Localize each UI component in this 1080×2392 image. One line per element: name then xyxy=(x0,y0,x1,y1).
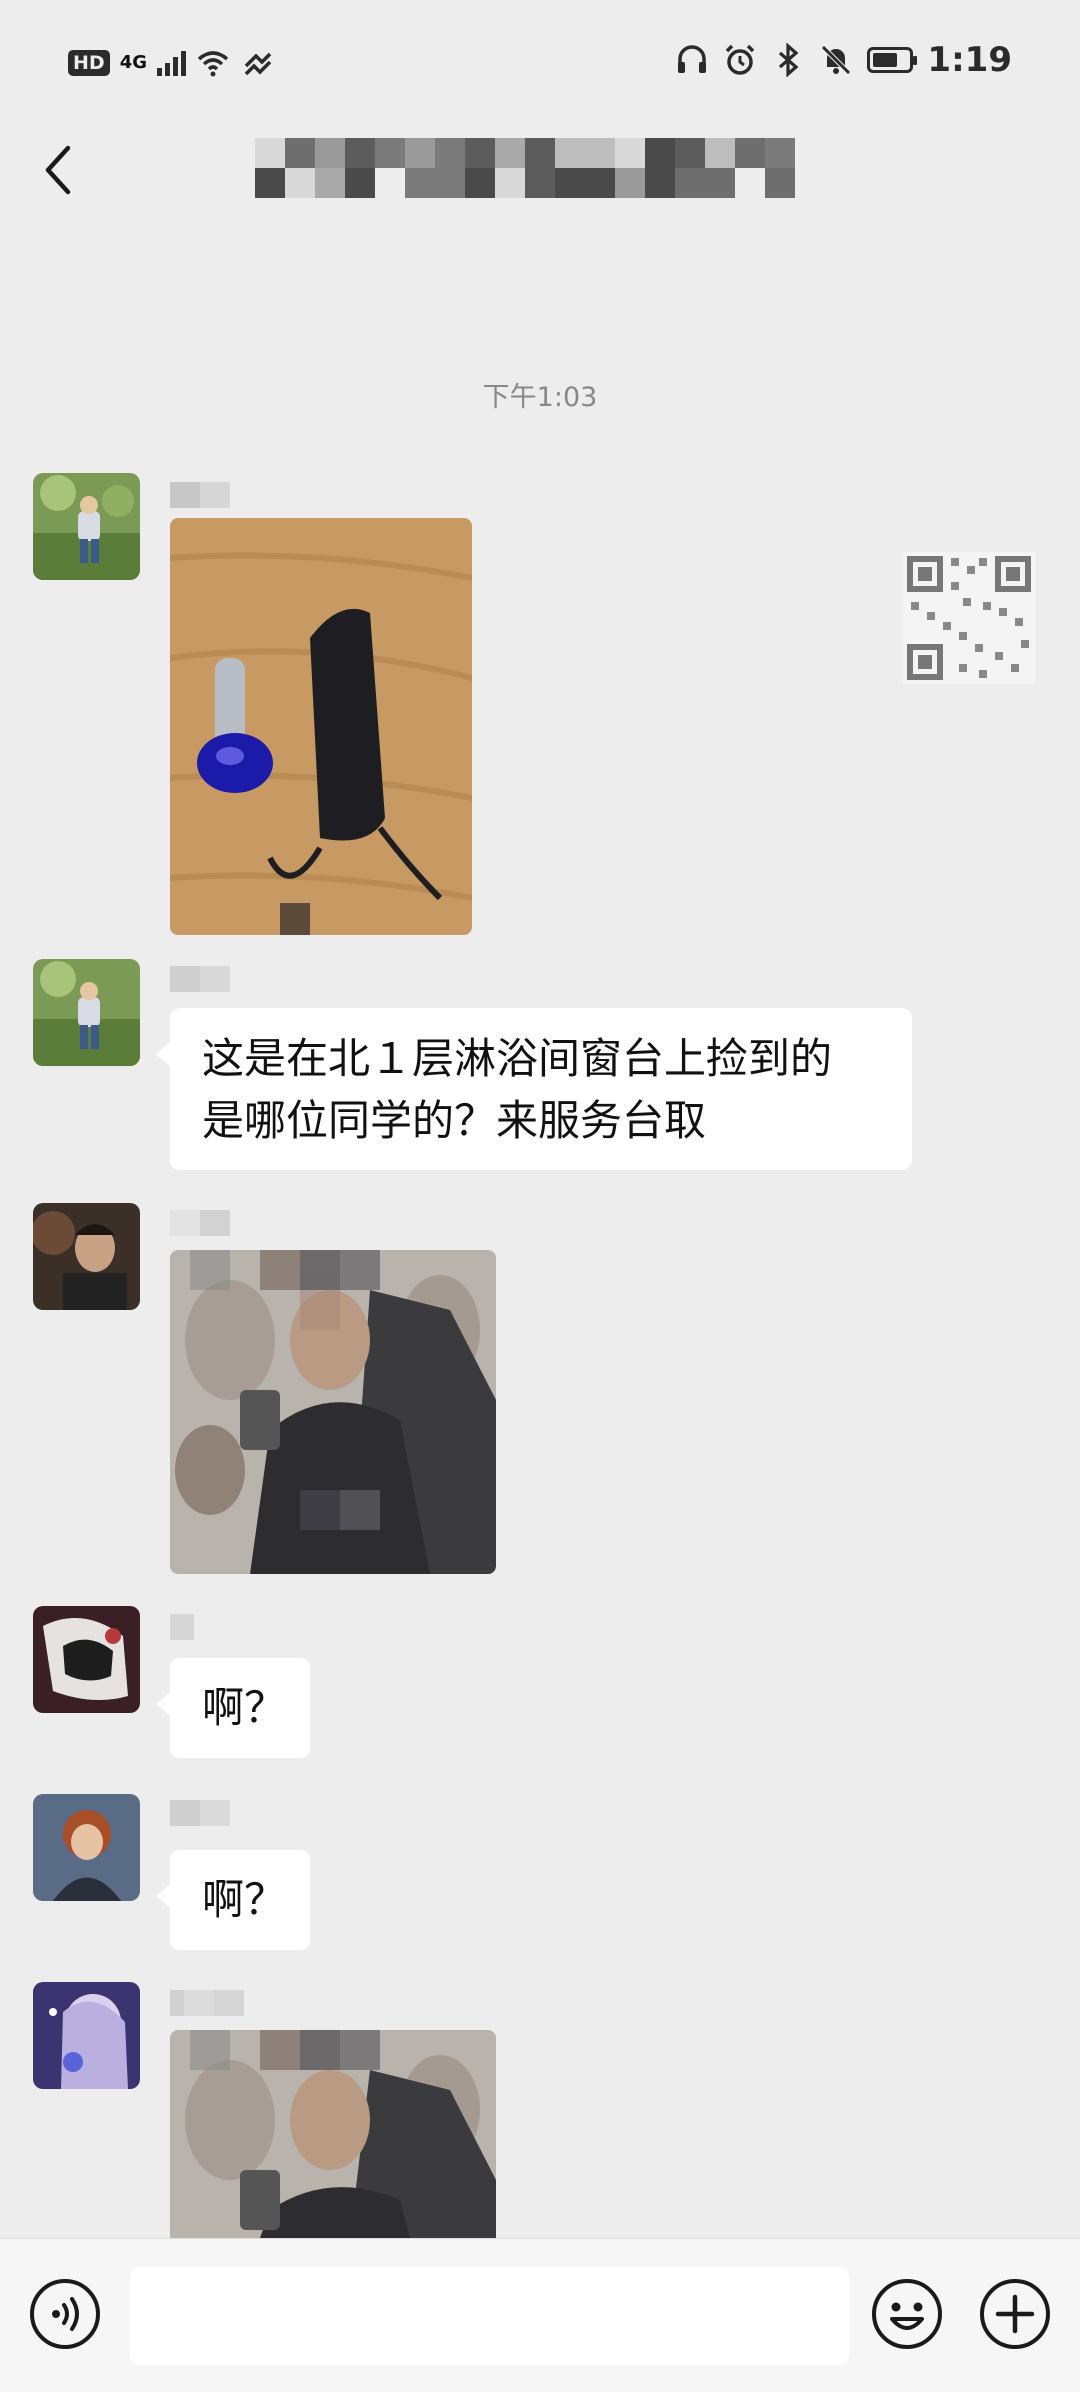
mosaic-block xyxy=(645,168,675,198)
mosaic-block xyxy=(495,138,525,168)
message-bubble[interactable]: 啊？ xyxy=(156,1850,310,1950)
mosaic-block xyxy=(465,168,495,198)
mosaic-block xyxy=(255,138,285,168)
mosaic-block xyxy=(495,168,525,198)
avatar[interactable] xyxy=(33,473,140,580)
mosaic-block xyxy=(285,168,315,198)
message-timestamp: 下午1:03 xyxy=(482,382,598,413)
avatar[interactable] xyxy=(33,1982,140,2089)
status-right: 1:19 xyxy=(675,40,1012,80)
mute-icon xyxy=(821,45,852,75)
mosaic-block xyxy=(645,138,675,168)
mosaic-block xyxy=(615,168,645,198)
mosaic-block xyxy=(585,138,615,168)
status-bar: HD 4G 1:19 xyxy=(0,0,1080,130)
message-input[interactable] xyxy=(130,2267,849,2365)
mosaic-block xyxy=(555,168,585,198)
mosaic-block xyxy=(315,138,345,168)
bluetooth-icon xyxy=(779,43,799,77)
avatar[interactable] xyxy=(33,1203,140,1310)
message-text-line: 这是在北１层淋浴间窗台上捡到的 xyxy=(202,1034,833,1083)
mosaic-block xyxy=(675,168,705,198)
mosaic-block xyxy=(615,138,645,168)
signal-icon xyxy=(157,50,186,76)
mosaic-block xyxy=(735,138,765,168)
voice-input-icon[interactable] xyxy=(28,2277,102,2351)
clock: 1:19 xyxy=(927,40,1012,80)
battery-icon xyxy=(867,47,918,73)
mosaic-block xyxy=(405,168,435,198)
mosaic-block xyxy=(735,168,765,198)
mosaic-block xyxy=(435,138,465,168)
headphones-icon xyxy=(678,45,707,73)
mosaic-block xyxy=(255,168,285,198)
sender-name xyxy=(170,1614,194,1640)
mosaic-block xyxy=(315,168,345,198)
hd-badge: HD xyxy=(68,50,110,76)
sender-name xyxy=(170,1800,230,1826)
back-arrow-icon[interactable] xyxy=(38,140,78,200)
data-sync-icon xyxy=(244,52,272,76)
wifi-icon xyxy=(197,51,229,77)
mosaic-block xyxy=(345,168,375,198)
mosaic-block xyxy=(525,168,555,198)
mosaic-block xyxy=(435,168,465,198)
mosaic-block xyxy=(375,168,405,198)
message-image[interactable] xyxy=(170,1250,496,1574)
emoji-icon[interactable] xyxy=(870,2277,944,2351)
avatar[interactable] xyxy=(33,1794,140,1901)
mosaic-block xyxy=(525,138,555,168)
avatar[interactable] xyxy=(33,1606,140,1713)
mosaic-block xyxy=(585,168,615,198)
sender-name xyxy=(170,482,230,508)
message-bubble[interactable]: 这是在北１层淋浴间窗台上捡到的 是哪位同学的？来服务台取 xyxy=(156,1008,912,1170)
message-text: 啊？ xyxy=(202,1875,287,1924)
network-type: 4G xyxy=(119,52,147,73)
message-image[interactable] xyxy=(170,518,472,935)
plus-icon[interactable] xyxy=(978,2277,1052,2351)
mosaic-block xyxy=(405,138,435,168)
mosaic-block xyxy=(765,168,795,198)
sender-name xyxy=(170,1990,244,2016)
mosaic-block xyxy=(555,138,585,168)
sender-name xyxy=(170,966,230,992)
mosaic-block xyxy=(375,138,405,168)
mosaic-block xyxy=(675,138,705,168)
message-text-line: 是哪位同学的？来服务台取 xyxy=(202,1096,707,1145)
qr-code-icon xyxy=(903,552,1035,684)
message-text: 啊？ xyxy=(202,1683,287,1732)
message-bubble[interactable]: 啊？ xyxy=(156,1658,310,1758)
mosaic-block xyxy=(285,138,315,168)
mosaic-block xyxy=(345,138,375,168)
alarm-icon xyxy=(726,44,755,75)
chat-header xyxy=(0,120,1080,220)
message-image[interactable] xyxy=(170,2030,496,2238)
mosaic-block xyxy=(705,138,735,168)
status-left: HD 4G xyxy=(68,46,274,80)
mosaic-block xyxy=(465,138,495,168)
chat-title-mosaic[interactable] xyxy=(255,138,795,198)
avatar[interactable] xyxy=(33,959,140,1066)
input-bar xyxy=(0,2238,1080,2392)
sender-name xyxy=(170,1210,230,1236)
mosaic-block xyxy=(765,138,795,168)
mosaic-block xyxy=(705,168,735,198)
